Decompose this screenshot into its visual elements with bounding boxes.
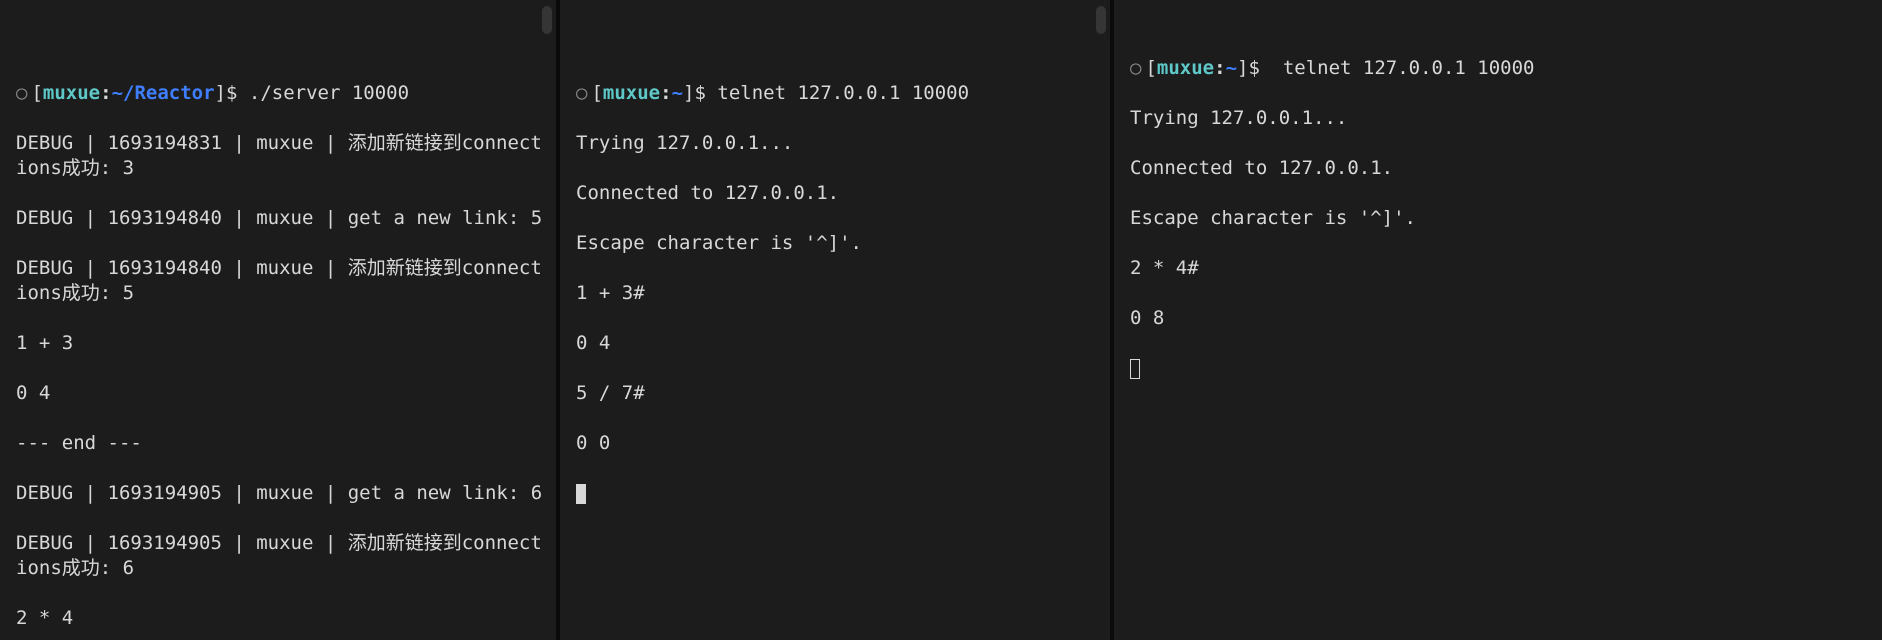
prompt-bullet-icon: ○ (576, 82, 587, 104)
cursor-line (576, 481, 1100, 506)
scrollbar-thumb[interactable] (1096, 6, 1106, 34)
prompt-user: muxue (603, 82, 660, 104)
prompt-path: ~ (672, 82, 683, 104)
output-line: 0 8 (1130, 306, 1872, 331)
prompt-line: ○[muxue:~]$ telnet 127.0.0.1 10000 (576, 81, 1100, 106)
output-line: --- end --- (16, 431, 546, 456)
cursor-icon (1130, 359, 1140, 379)
output-line: DEBUG | 1693194840 | muxue | get a new l… (16, 206, 546, 231)
output-line: DEBUG | 1693194905 | muxue | 添加新链接到conne… (16, 531, 546, 581)
scrollbar-thumb[interactable] (542, 6, 552, 34)
terminal-pane-2[interactable]: ○[muxue:~]$ telnet 127.0.0.1 10000 Tryin… (556, 0, 1110, 640)
prompt-line: ○[muxue:~]$ telnet 127.0.0.1 10000 (1130, 56, 1872, 81)
prompt-bullet-icon: ○ (16, 82, 27, 104)
output-line: Escape character is '^]'. (576, 231, 1100, 256)
prompt-user: muxue (1157, 57, 1214, 79)
output-line: Escape character is '^]'. (1130, 206, 1872, 231)
prompt-bullet-icon: ○ (1130, 57, 1141, 79)
output-line: Trying 127.0.0.1... (1130, 106, 1872, 131)
prompt-line: ○[muxue:~/Reactor]$ ./server 10000 (16, 81, 546, 106)
output-line: 2 * 4 (16, 606, 546, 631)
prompt-path: ~ (1226, 57, 1237, 79)
output-line: 0 0 (576, 431, 1100, 456)
output-line: Connected to 127.0.0.1. (1130, 156, 1872, 181)
output-line: Trying 127.0.0.1... (576, 131, 1100, 156)
command-text: ./server 10000 (249, 82, 409, 104)
command-text: telnet 127.0.0.1 10000 (717, 82, 969, 104)
terminal-pane-1[interactable]: ○[muxue:~/Reactor]$ ./server 10000 DEBUG… (0, 0, 556, 640)
output-line: 0 4 (576, 331, 1100, 356)
prompt-path: ~/Reactor (112, 82, 215, 104)
output-line: DEBUG | 1693194905 | muxue | get a new l… (16, 481, 546, 506)
output-line: 2 * 4# (1130, 256, 1872, 281)
workspace: ○[muxue:~/Reactor]$ ./server 10000 DEBUG… (0, 0, 1882, 640)
terminal-pane-3[interactable]: ○[muxue:~]$ telnet 127.0.0.1 10000 Tryin… (1110, 0, 1882, 640)
output-line: 0 4 (16, 381, 546, 406)
output-line: DEBUG | 1693194831 | muxue | 添加新链接到conne… (16, 131, 546, 181)
prompt-user: muxue (43, 82, 100, 104)
command-text: telnet 127.0.0.1 10000 (1271, 57, 1534, 79)
output-line: 1 + 3 (16, 331, 546, 356)
output-line: 5 / 7# (576, 381, 1100, 406)
output-line: 1 + 3# (576, 281, 1100, 306)
output-line: Connected to 127.0.0.1. (576, 181, 1100, 206)
cursor-line (1130, 356, 1872, 381)
cursor-icon (576, 484, 586, 504)
output-line: DEBUG | 1693194840 | muxue | 添加新链接到conne… (16, 256, 546, 306)
